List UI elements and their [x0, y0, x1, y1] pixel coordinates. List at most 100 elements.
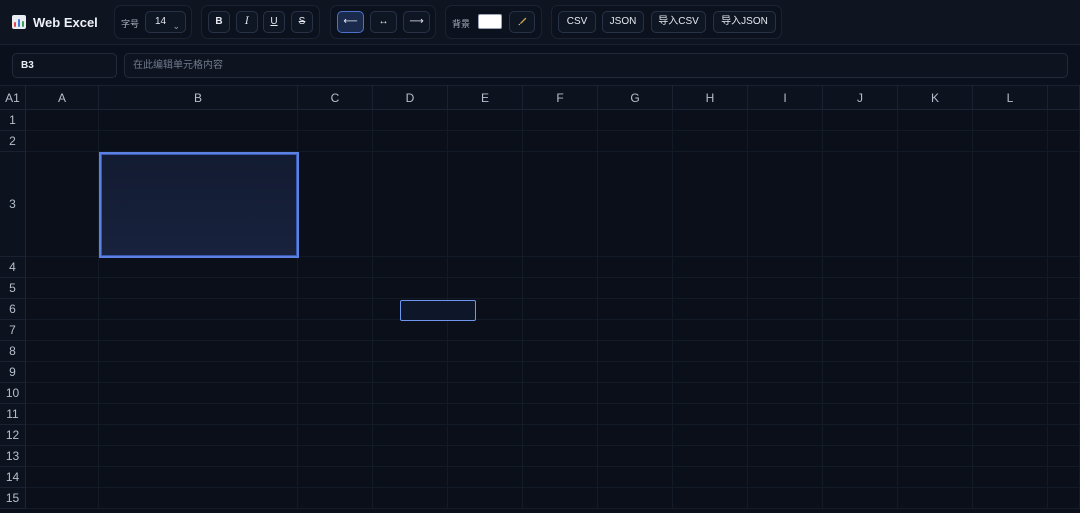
cell-c15[interactable]: [298, 488, 373, 509]
cell-e13[interactable]: [448, 446, 523, 467]
cell-f4[interactable]: [523, 257, 598, 278]
cell-j9[interactable]: [823, 362, 898, 383]
bold-button[interactable]: B: [208, 11, 230, 33]
cell-l5[interactable]: [973, 278, 1048, 299]
cell-g11[interactable]: [598, 404, 673, 425]
cell-k2[interactable]: [898, 131, 973, 152]
cell-d2[interactable]: [373, 131, 448, 152]
cell-j5[interactable]: [823, 278, 898, 299]
cell-f2[interactable]: [523, 131, 598, 152]
cell-l7[interactable]: [973, 320, 1048, 341]
cell-f14[interactable]: [523, 467, 598, 488]
cell-l3[interactable]: [973, 152, 1048, 257]
column-header-b[interactable]: B: [99, 86, 298, 110]
cell-i11[interactable]: [748, 404, 823, 425]
cell-c12[interactable]: [298, 425, 373, 446]
cell-k15[interactable]: [898, 488, 973, 509]
cell-l10[interactable]: [973, 383, 1048, 404]
cell-k9[interactable]: [898, 362, 973, 383]
cell-i5[interactable]: [748, 278, 823, 299]
cell-g2[interactable]: [598, 131, 673, 152]
select-all-corner[interactable]: A1: [0, 86, 26, 110]
cell-reference-box[interactable]: B3: [12, 53, 117, 78]
cell-l15[interactable]: [973, 488, 1048, 509]
cell-c4[interactable]: [298, 257, 373, 278]
cell-l9[interactable]: [973, 362, 1048, 383]
cell-c2[interactable]: [298, 131, 373, 152]
cell-e11[interactable]: [448, 404, 523, 425]
underline-button[interactable]: U: [263, 11, 285, 33]
cell-g3[interactable]: [598, 152, 673, 257]
cell-e7[interactable]: [448, 320, 523, 341]
cell-b9[interactable]: [99, 362, 298, 383]
cell-d13[interactable]: [373, 446, 448, 467]
cell-f3[interactable]: [523, 152, 598, 257]
cell-l4[interactable]: [973, 257, 1048, 278]
export-csv-button[interactable]: CSV: [558, 11, 596, 33]
cell-d1[interactable]: [373, 110, 448, 131]
cell-i1[interactable]: [748, 110, 823, 131]
cell-l1[interactable]: [973, 110, 1048, 131]
cell-h13[interactable]: [673, 446, 748, 467]
column-header-d[interactable]: D: [373, 86, 448, 110]
cell-i7[interactable]: [748, 320, 823, 341]
cell-h3[interactable]: [673, 152, 748, 257]
cell-k14[interactable]: [898, 467, 973, 488]
cell-c3[interactable]: [298, 152, 373, 257]
cell-d4[interactable]: [373, 257, 448, 278]
cell-k5[interactable]: [898, 278, 973, 299]
cell-g13[interactable]: [598, 446, 673, 467]
cell-f7[interactable]: [523, 320, 598, 341]
cell-e3[interactable]: [448, 152, 523, 257]
cell-h15[interactable]: [673, 488, 748, 509]
cell-k12[interactable]: [898, 425, 973, 446]
cell-k10[interactable]: [898, 383, 973, 404]
row-header-13[interactable]: 13: [0, 446, 26, 467]
cell-k13[interactable]: [898, 446, 973, 467]
cell-k7[interactable]: [898, 320, 973, 341]
cell-j15[interactable]: [823, 488, 898, 509]
column-header-a[interactable]: A: [26, 86, 99, 110]
formula-input[interactable]: [124, 53, 1068, 78]
cell-c1[interactable]: [298, 110, 373, 131]
cell-l8[interactable]: [973, 341, 1048, 362]
cell-j13[interactable]: [823, 446, 898, 467]
column-header-i[interactable]: I: [748, 86, 823, 110]
row-header-3[interactable]: 3: [0, 152, 26, 257]
cell-g5[interactable]: [598, 278, 673, 299]
cell-h4[interactable]: [673, 257, 748, 278]
column-header-e[interactable]: E: [448, 86, 523, 110]
cell-b5[interactable]: [99, 278, 298, 299]
cell-i4[interactable]: [748, 257, 823, 278]
cell-a14[interactable]: [26, 467, 99, 488]
cell-a11[interactable]: [26, 404, 99, 425]
row-header-4[interactable]: 4: [0, 257, 26, 278]
import-json-button[interactable]: 导入JSON: [713, 11, 776, 33]
cell-l2[interactable]: [973, 131, 1048, 152]
cell-a6[interactable]: [26, 299, 99, 320]
row-header-15[interactable]: 15: [0, 488, 26, 509]
cell-a2[interactable]: [26, 131, 99, 152]
cell-k4[interactable]: [898, 257, 973, 278]
cell-f1[interactable]: [523, 110, 598, 131]
cell-g14[interactable]: [598, 467, 673, 488]
cell-a1[interactable]: [26, 110, 99, 131]
row-header-8[interactable]: 8: [0, 341, 26, 362]
cell-h12[interactable]: [673, 425, 748, 446]
import-csv-button[interactable]: 导入CSV: [651, 11, 706, 33]
selected-cell-b3[interactable]: [99, 152, 299, 258]
cell-a12[interactable]: [26, 425, 99, 446]
cell-e2[interactable]: [448, 131, 523, 152]
cell-a3[interactable]: [26, 152, 99, 257]
cell-l11[interactable]: [973, 404, 1048, 425]
cell-i6[interactable]: [748, 299, 823, 320]
align-left-button[interactable]: ⟵: [337, 11, 364, 33]
cell-b12[interactable]: [99, 425, 298, 446]
cell-k3[interactable]: [898, 152, 973, 257]
cell-b11[interactable]: [99, 404, 298, 425]
cell-h1[interactable]: [673, 110, 748, 131]
row-header-1[interactable]: 1: [0, 110, 26, 131]
cell-c7[interactable]: [298, 320, 373, 341]
cell-h11[interactable]: [673, 404, 748, 425]
cell-h10[interactable]: [673, 383, 748, 404]
